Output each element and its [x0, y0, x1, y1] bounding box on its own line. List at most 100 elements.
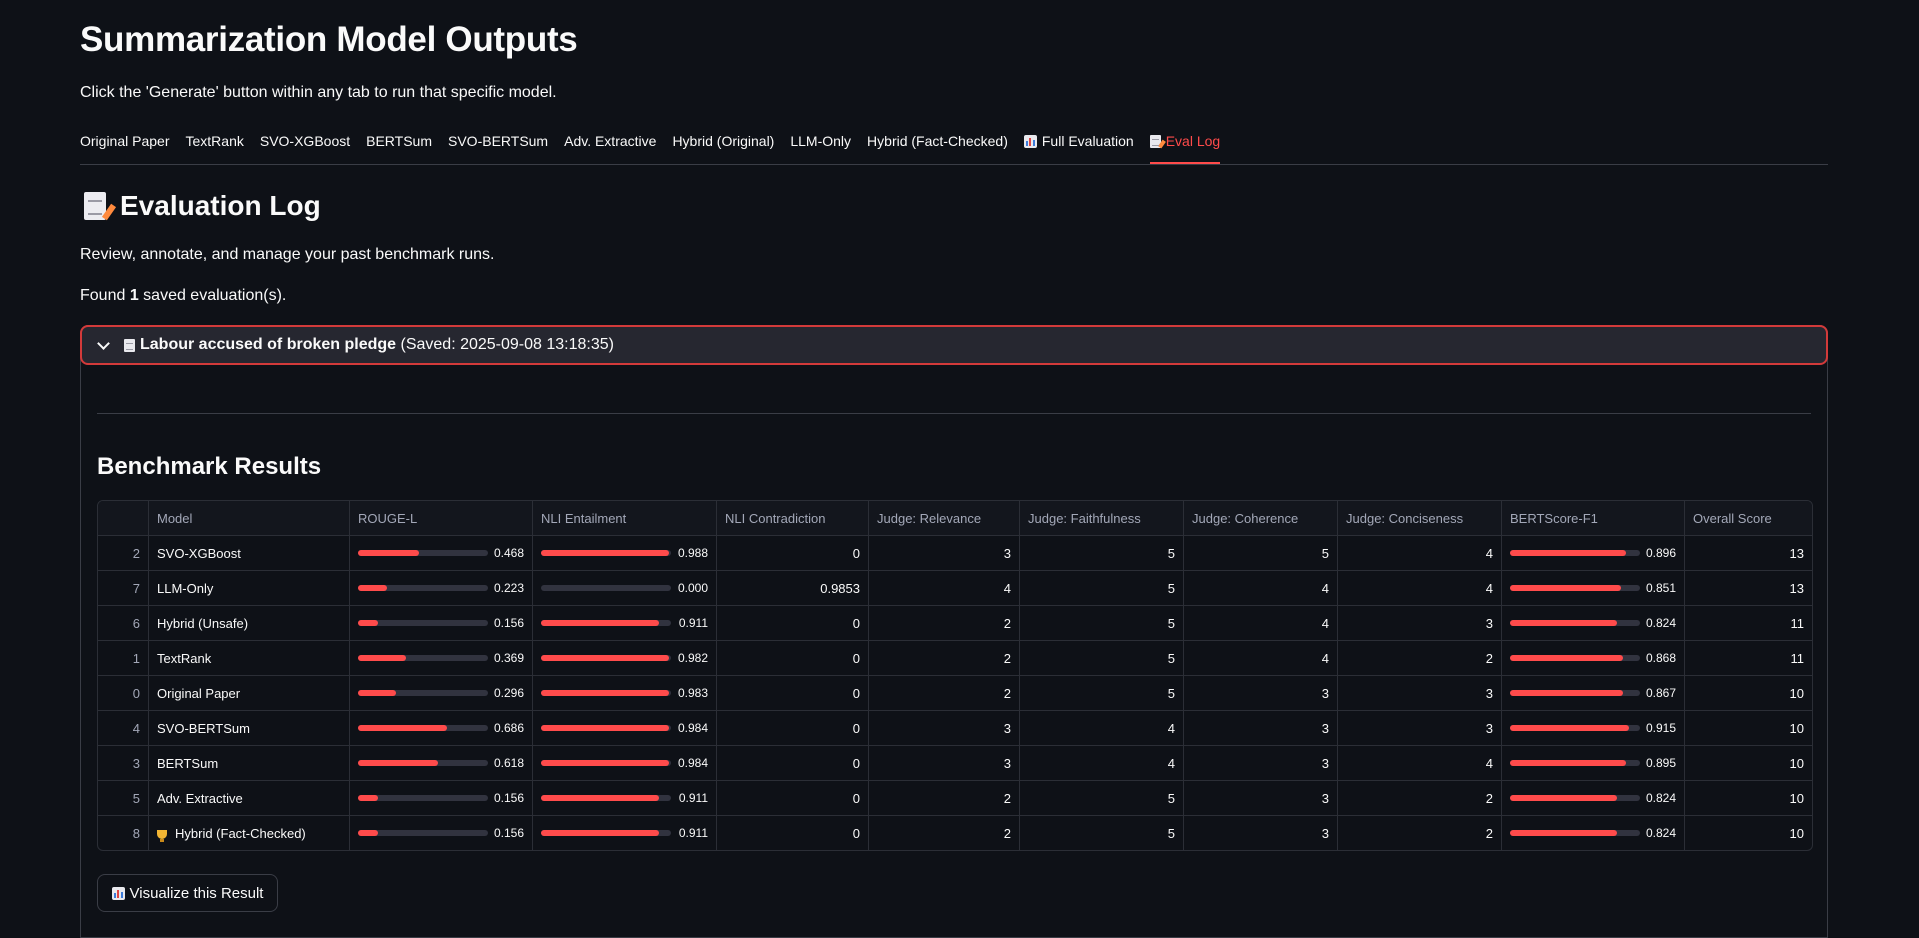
overall-cell: 11	[1685, 641, 1812, 676]
nli_ent-bar	[541, 585, 671, 591]
column-header[interactable]: Overall Score	[1685, 501, 1812, 536]
bertscore-value: 0.824	[1645, 826, 1676, 840]
column-header[interactable]: ROUGE-L	[350, 501, 533, 536]
nli_con-cell: 0	[717, 746, 869, 781]
tab-svo-xgboost[interactable]: SVO-XGBoost	[260, 126, 350, 163]
rouge-cell: 0.369	[350, 641, 533, 676]
faithfulness-cell: 5	[1020, 781, 1184, 816]
conciseness-cell: 3	[1338, 711, 1502, 746]
column-header[interactable]: NLI Entailment	[533, 501, 717, 536]
table-row[interactable]: 3 BERTSum 0.618 0.984 0 3 4 3 4 0.895 10	[98, 746, 1812, 781]
conciseness-cell: 2	[1338, 781, 1502, 816]
column-header[interactable]: Judge: Faithfulness	[1020, 501, 1184, 536]
tab-bertsum[interactable]: BERTSum	[366, 126, 432, 163]
column-header[interactable]: BERTScore-F1	[1502, 501, 1685, 536]
overall-cell: 13	[1685, 536, 1812, 571]
found-prefix: Found	[80, 287, 130, 304]
conciseness-cell: 3	[1338, 606, 1502, 641]
tab-label: SVO-BERTSum	[448, 133, 549, 149]
tab-label: TextRank	[185, 133, 244, 149]
table-row[interactable]: 5 Adv. Extractive 0.156 0.911 0 2 5 3 2 0.824 10	[98, 781, 1812, 816]
nli_ent-cell: 0.983	[533, 676, 717, 711]
nli_con-cell: 0	[717, 711, 869, 746]
bertscore-value: 0.867	[1645, 686, 1676, 700]
column-header[interactable]: NLI Contradiction	[717, 501, 869, 536]
bertscore-bar	[1510, 550, 1640, 556]
rouge-bar	[358, 655, 488, 661]
bertscore-cell: 0.867	[1502, 676, 1685, 711]
column-header[interactable]: Judge: Conciseness	[1338, 501, 1502, 536]
visualize-button[interactable]: Visualize this Result	[97, 874, 278, 912]
nli_ent-cell: 0.984	[533, 746, 717, 781]
relevance-cell: 3	[869, 746, 1020, 781]
tab-svo-bertsum[interactable]: SVO-BERTSum	[448, 126, 548, 163]
nli_ent-bar	[541, 795, 671, 801]
rouge-value: 0.468	[493, 546, 524, 560]
nli_ent-cell: 0.988	[533, 536, 717, 571]
benchmark-title: Benchmark Results	[97, 453, 322, 480]
nli_ent-bar	[541, 830, 671, 836]
nli_con-cell: 0	[717, 536, 869, 571]
memo-icon	[84, 192, 106, 220]
tab-label: Original Paper	[80, 133, 170, 149]
bertscore-cell: 0.851	[1502, 571, 1685, 606]
model-cell: Original Paper	[149, 676, 350, 711]
nli_ent-value: 0.911	[678, 791, 708, 805]
nli_con-cell: 0	[717, 816, 869, 850]
nli_ent-value: 0.000	[677, 581, 708, 595]
rouge-cell: 0.686	[350, 711, 533, 746]
bertscore-cell: 0.824	[1502, 816, 1685, 850]
column-header[interactable]	[98, 501, 149, 536]
tab-textrank[interactable]: TextRank	[186, 126, 244, 163]
tab-label: Full Evaluation	[1041, 133, 1134, 149]
column-header[interactable]: Model	[149, 501, 350, 536]
tab-eval-log[interactable]: Eval Log	[1149, 126, 1221, 164]
bertscore-value: 0.868	[1645, 651, 1676, 665]
nli_ent-cell: 0.911	[533, 606, 717, 641]
tab-llm-only[interactable]: LLM-Only	[790, 126, 851, 163]
column-header[interactable]: Judge: Relevance	[869, 501, 1020, 536]
tab-hybrid-fact-checked[interactable]: Hybrid (Fact-Checked)	[867, 126, 1008, 163]
bertscore-value: 0.824	[1645, 791, 1676, 805]
model-name: Adv. Extractive	[157, 790, 243, 806]
tab-full-evaluation[interactable]: Full Evaluation	[1023, 126, 1134, 163]
nli_ent-value: 0.911	[678, 826, 708, 840]
table-row[interactable]: 8 Hybrid (Fact-Checked) 0.156 0.911 0 2 5 3 2 0.8…	[98, 816, 1812, 850]
section-title: Evaluation Log	[84, 190, 321, 222]
model-cell: BERTSum	[149, 746, 350, 781]
tab-hybrid-original[interactable]: Hybrid (Original)	[672, 126, 774, 163]
rouge-cell: 0.468	[350, 536, 533, 571]
table-row[interactable]: 0 Original Paper 0.296 0.983 0 2 5 3 3 0.867 10	[98, 676, 1812, 711]
table-row[interactable]: 2 SVO-XGBoost 0.468 0.988 0 3 5 5 4 0.896 13	[98, 536, 1812, 571]
results-table[interactable]: Model ROUGE-L NLI Entailment NLI Contradict…	[97, 500, 1813, 851]
nli_ent-value: 0.911	[678, 616, 708, 630]
conciseness-cell: 4	[1338, 571, 1502, 606]
overall-cell: 10	[1685, 746, 1812, 781]
table-row[interactable]: 7 LLM-Only 0.223 0.000 0.9853 4 5 4 4 0.851 13	[98, 571, 1812, 606]
tab-label: LLM-Only	[790, 133, 852, 149]
bertscore-cell: 0.915	[1502, 711, 1685, 746]
relevance-cell: 2	[869, 676, 1020, 711]
nli_ent-cell: 0.911	[533, 816, 717, 850]
table-row[interactable]: 4 SVO-BERTSum 0.686 0.984 0 3 4 3 3 0.915 10	[98, 711, 1812, 746]
nli_ent-bar	[541, 690, 671, 696]
tab-original-paper[interactable]: Original Paper	[80, 126, 170, 163]
bertscore-cell: 0.868	[1502, 641, 1685, 676]
tab-label: Eval Log	[1165, 133, 1221, 149]
table-row[interactable]: 6 Hybrid (Unsafe) 0.156 0.911 0 2 5 4 3 0.824 11	[98, 606, 1812, 641]
overall-cell: 11	[1685, 606, 1812, 641]
relevance-cell: 3	[869, 711, 1020, 746]
tab-adv-extractive[interactable]: Adv. Extractive	[564, 126, 656, 163]
table-row[interactable]: 1 TextRank 0.369 0.982 0 2 5 4 2 0.868 11	[98, 641, 1812, 676]
coherence-cell: 3	[1184, 816, 1338, 850]
model-name: Original Paper	[157, 685, 241, 701]
nli_ent-cell: 0.000	[533, 571, 717, 606]
faithfulness-cell: 5	[1020, 606, 1184, 641]
conciseness-cell: 2	[1338, 816, 1502, 850]
expander-header[interactable]: Labour accused of broken pledge (Saved: …	[80, 325, 1828, 365]
column-header[interactable]: Judge: Coherence	[1184, 501, 1338, 536]
nli_ent-value: 0.984	[677, 721, 708, 735]
nli_ent-cell: 0.911	[533, 781, 717, 816]
nli_ent-bar	[541, 725, 671, 731]
rouge-value: 0.156	[493, 791, 524, 805]
